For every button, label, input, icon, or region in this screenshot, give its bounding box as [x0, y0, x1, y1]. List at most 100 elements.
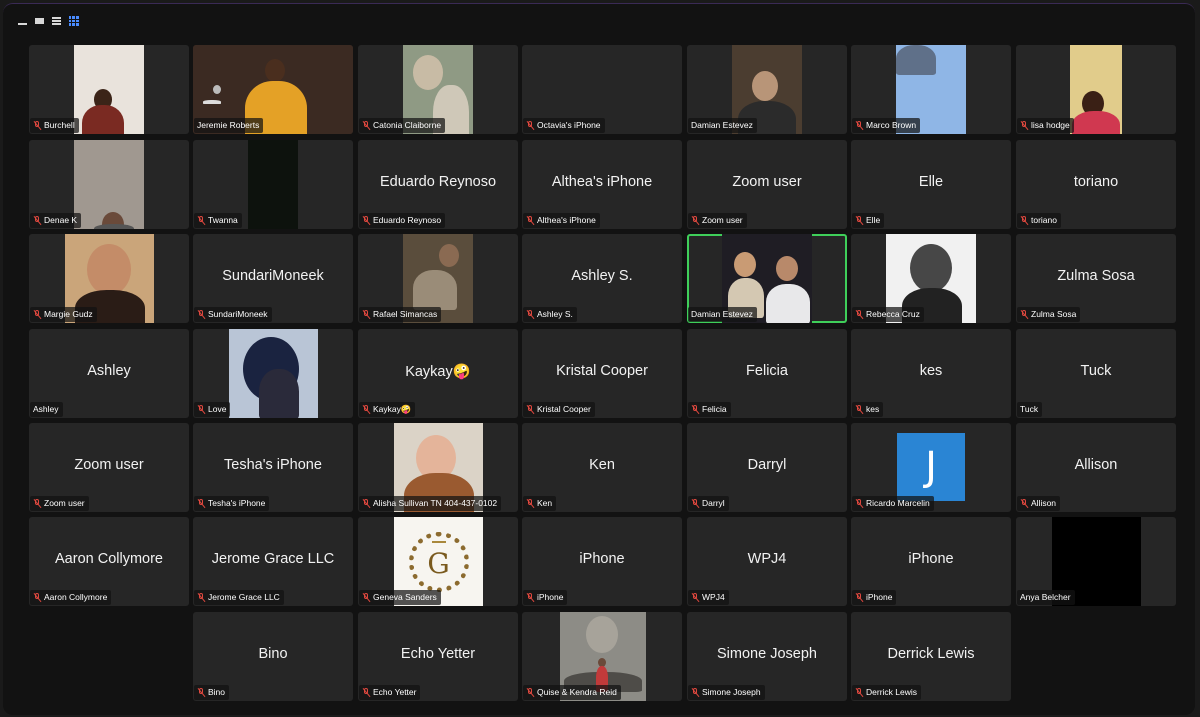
- participant-tile[interactable]: Bino Bino: [193, 612, 353, 701]
- participant-name: Alisha Sullivan TN 404-437-0102: [373, 498, 498, 508]
- muted-microphone-icon: [33, 121, 41, 130]
- participant-name: Ken: [537, 498, 553, 508]
- muted-microphone-icon: [1020, 310, 1028, 319]
- view-toolbar: [17, 15, 79, 27]
- video-feed: [74, 140, 144, 229]
- participant-tile[interactable]: Zoom user Zoom user: [29, 423, 189, 512]
- participant-tile[interactable]: Darryl Darryl: [687, 423, 847, 512]
- muted-microphone-icon: [362, 405, 370, 414]
- minimize-button[interactable]: [17, 16, 28, 27]
- participant-tile[interactable]: Alisha Sullivan TN 404-437-0102: [358, 423, 518, 512]
- participant-tile[interactable]: Rafael Simancas: [358, 234, 518, 323]
- participant-tile[interactable]: Zulma Sosa Zulma Sosa: [1016, 234, 1176, 323]
- participant-display-name: Althea's iPhone: [551, 174, 653, 190]
- participant-name-label: Derrick Lewis: [852, 685, 922, 700]
- participant-name-label: toriano: [1017, 213, 1061, 228]
- participant-tile[interactable]: Octavia's iPhone: [522, 45, 682, 134]
- person-body: [896, 45, 936, 75]
- participant-name: Denae K: [44, 215, 78, 225]
- participant-tile[interactable]: Elle Elle: [851, 140, 1011, 229]
- muted-microphone-icon: [526, 405, 534, 414]
- speaker-view-button[interactable]: [34, 16, 45, 27]
- participant-name-label: Rafael Simancas: [359, 307, 442, 322]
- participant-tile[interactable]: Damian Estevez: [687, 234, 847, 323]
- participant-tile[interactable]: Derrick Lewis Derrick Lewis: [851, 612, 1011, 701]
- participant-name-label: Echo Yetter: [359, 685, 421, 700]
- participant-name: Echo Yetter: [373, 687, 417, 697]
- participant-name-label: Jeremie Roberts: [194, 118, 264, 133]
- participant-name-label: Catonia Claiborne: [359, 118, 446, 133]
- participant-name: WPJ4: [702, 592, 725, 602]
- participant-name: Eduardo Reynoso: [373, 215, 442, 225]
- participant-tile[interactable]: Echo Yetter Echo Yetter: [358, 612, 518, 701]
- participant-tile[interactable]: Ashley S. Ashley S.: [522, 234, 682, 323]
- participant-tile[interactable]: Denae K: [29, 140, 189, 229]
- participant-name: Elle: [866, 215, 881, 225]
- minimize-icon: [18, 23, 27, 25]
- participant-tile[interactable]: Zoom user Zoom user: [687, 140, 847, 229]
- participant-name-label: Zulma Sosa: [1017, 307, 1081, 322]
- participant-name: Damian Estevez: [691, 309, 753, 319]
- participant-tile[interactable]: G Geneva Sanders: [358, 517, 518, 606]
- participant-tile[interactable]: J Ricardo Marcelin: [851, 423, 1011, 512]
- participant-tile[interactable]: Tesha's iPhone Tesha's iPhone: [193, 423, 353, 512]
- participant-name: Anya Belcher: [1020, 592, 1071, 602]
- participant-tile[interactable]: Althea's iPhone Althea's iPhone: [522, 140, 682, 229]
- participant-name-label: Marco Brown: [852, 118, 921, 133]
- participant-tile[interactable]: Felicia Felicia: [687, 329, 847, 418]
- participant-tile[interactable]: Marco Brown: [851, 45, 1011, 134]
- participant-name: Octavia's iPhone: [537, 120, 601, 130]
- participant-tile[interactable]: Ken Ken: [522, 423, 682, 512]
- sidebar-view-button[interactable]: [51, 16, 62, 27]
- participant-tile[interactable]: Damian Estevez: [687, 45, 847, 134]
- participant-tile[interactable]: Margie Gudz: [29, 234, 189, 323]
- participant-tile[interactable]: Quise & Kendra Reid: [522, 612, 682, 701]
- participant-tile[interactable]: Jerome Grace LLC Jerome Grace LLC: [193, 517, 353, 606]
- participant-name-label: Aaron Collymore: [30, 590, 112, 605]
- participant-name-label: Twanna: [194, 213, 242, 228]
- participant-tile[interactable]: Ashley Ashley: [29, 329, 189, 418]
- muted-microphone-icon: [691, 405, 699, 414]
- muted-microphone-icon: [526, 216, 534, 225]
- muted-microphone-icon: [33, 593, 41, 602]
- participant-tile[interactable]: Rebecca Cruz: [851, 234, 1011, 323]
- participant-display-name: Ashley S.: [571, 268, 633, 284]
- participant-tile[interactable]: Burchell: [29, 45, 189, 134]
- participant-name: Jeremie Roberts: [197, 120, 260, 130]
- participant-tile[interactable]: WPJ4 WPJ4: [687, 517, 847, 606]
- muted-microphone-icon: [362, 121, 370, 130]
- participant-name-label: Allison: [1017, 496, 1061, 511]
- person-head: [910, 244, 952, 293]
- participant-name: Marco Brown: [866, 120, 917, 130]
- participant-display-name: toriano: [1073, 174, 1119, 190]
- person-body: [94, 224, 134, 229]
- participant-tile[interactable]: lisa hodge: [1016, 45, 1176, 134]
- person-body: [203, 100, 221, 104]
- participant-tile[interactable]: iPhone iPhone: [522, 517, 682, 606]
- participant-tile[interactable]: SundariMoneek SundariMoneek: [193, 234, 353, 323]
- participant-tile[interactable]: Love: [193, 329, 353, 418]
- participant-tile[interactable]: Anya Belcher: [1016, 517, 1176, 606]
- muted-microphone-icon: [33, 499, 41, 508]
- participant-tile[interactable]: Aaron Collymore Aaron Collymore: [29, 517, 189, 606]
- participant-tile[interactable]: Jeremie Roberts: [193, 45, 353, 134]
- participant-display-name: WPJ4: [747, 551, 787, 567]
- participant-tile[interactable]: Simone Joseph Simone Joseph: [687, 612, 847, 701]
- gallery-view-button[interactable]: [68, 16, 79, 27]
- participant-tile[interactable]: iPhone iPhone: [851, 517, 1011, 606]
- participant-tile[interactable]: Kaykay🤪 Kaykay🤪: [358, 329, 518, 418]
- person-body: [82, 105, 124, 134]
- person-body: [259, 369, 299, 418]
- participant-tile[interactable]: toriano toriano: [1016, 140, 1176, 229]
- participant-display-name: Ken: [589, 457, 615, 473]
- participant-tile[interactable]: Kristal Cooper Kristal Cooper: [522, 329, 682, 418]
- participant-name: Catonia Claiborne: [373, 120, 442, 130]
- participant-tile[interactable]: Twanna: [193, 140, 353, 229]
- participant-name: Margie Gudz: [44, 309, 93, 319]
- person-body: [1072, 111, 1120, 134]
- participant-tile[interactable]: Tuck Tuck: [1016, 329, 1176, 418]
- participant-tile[interactable]: Catonia Claiborne: [358, 45, 518, 134]
- participant-tile[interactable]: kes kes: [851, 329, 1011, 418]
- participant-tile[interactable]: Allison Allison: [1016, 423, 1176, 512]
- participant-tile[interactable]: Eduardo Reynoso Eduardo Reynoso: [358, 140, 518, 229]
